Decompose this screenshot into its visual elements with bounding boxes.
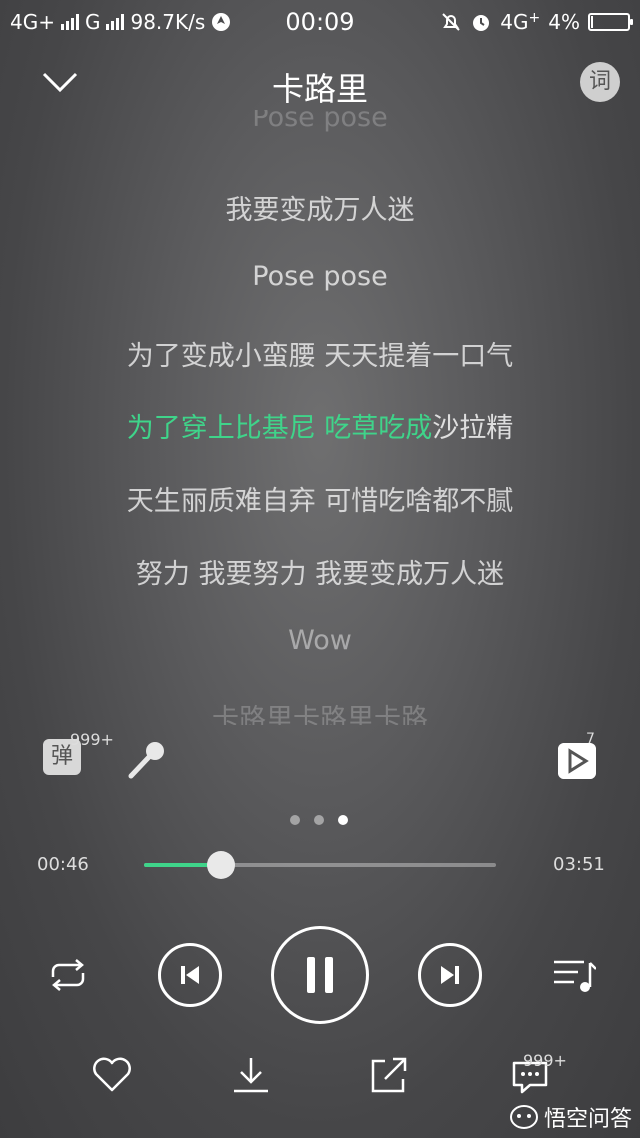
progress-slider[interactable]	[144, 851, 496, 879]
page-dot[interactable]	[290, 815, 300, 825]
previous-button[interactable]	[158, 943, 222, 1007]
current-time: 00:46	[37, 854, 89, 875]
comment-count: 999+	[523, 1051, 567, 1070]
lyric-line: 努力 我要努力 我要变成万人迷	[135, 559, 505, 590]
lyrics-button[interactable]: 词	[580, 62, 620, 102]
playlist-icon[interactable]	[552, 955, 596, 995]
battery-icon	[588, 13, 633, 31]
battery-percent: 4%	[548, 10, 580, 34]
page-dot[interactable]	[314, 815, 324, 825]
repeat-icon[interactable]	[45, 955, 91, 995]
watermark-text: 悟空问答	[544, 1107, 633, 1132]
skip-previous-icon	[181, 966, 199, 984]
heart-icon[interactable]	[90, 1055, 134, 1095]
lyric-line: 卡路里卡路里卡路	[212, 704, 428, 725]
danmaku-count: 999+	[70, 730, 114, 749]
alarm-icon	[473, 15, 490, 31]
lyric-line: Pose pose	[252, 110, 388, 133]
mute-bell-icon	[442, 13, 461, 31]
status-bar: 4G+ G 98.7K/s 00:09 4G+ 4%	[0, 0, 640, 44]
video-play-icon[interactable]	[558, 743, 596, 779]
download-icon[interactable]	[229, 1055, 273, 1095]
lyric-line: Wow	[288, 625, 352, 656]
pause-icon	[307, 957, 333, 993]
wukong-logo-icon	[510, 1105, 538, 1129]
lyric-line: 天生丽质难自弃 可惜吃啥都不腻	[126, 486, 514, 517]
song-title: 卡路里	[271, 70, 368, 108]
share-icon[interactable]	[367, 1055, 411, 1095]
lyric-line: 我要变成万人迷	[225, 195, 415, 226]
page-indicator	[290, 815, 348, 825]
lyric-line-current: 为了穿上比基尼 吃草吃成沙拉精	[0, 406, 640, 445]
progress-thumb[interactable]	[207, 851, 236, 879]
watermark: 悟空问答	[510, 1101, 632, 1133]
lyric-line: Pose pose	[252, 261, 388, 292]
microphone-icon[interactable]	[125, 738, 169, 782]
next-button[interactable]	[418, 943, 482, 1007]
lyric-line: 为了变成小蛮腰 天天提着一口气	[126, 341, 514, 372]
page-dot-active[interactable]	[338, 815, 348, 825]
pause-button[interactable]	[271, 926, 369, 1024]
skip-next-icon	[441, 966, 459, 984]
total-time: 03:51	[553, 854, 605, 875]
video-count: 7	[586, 731, 595, 747]
lyric-current-played: 为了穿上比基尼 吃草吃成	[126, 413, 433, 444]
lyric-current-rest: 沙拉精	[432, 413, 514, 444]
lyrics-panel[interactable]: Pose pose 我要变成万人迷 Pose pose 为了变成小蛮腰 天天提着…	[0, 110, 640, 725]
network-type-tertiary: 4G+	[500, 10, 541, 34]
